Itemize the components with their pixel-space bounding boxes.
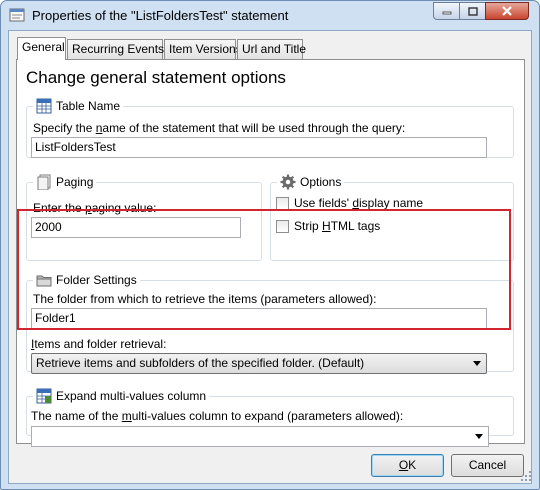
table-name-input[interactable]: ListFoldersTest <box>31 137 487 158</box>
minimize-icon <box>442 11 451 15</box>
tab-item-versions[interactable]: Item Versions <box>164 39 242 59</box>
page-title: Change general statement options <box>26 68 286 87</box>
table-name-prompt: Specify the name of the statement that w… <box>33 121 406 135</box>
group-title-label: Table Name <box>56 99 121 113</box>
group-title-label: Paging <box>56 175 94 189</box>
properties-dialog: Properties of the "ListFoldersTest" stat… <box>0 0 540 490</box>
checkbox-box[interactable] <box>276 196 289 210</box>
checkbox-label: Use fields' display name <box>294 196 424 210</box>
close-button[interactable] <box>485 2 529 20</box>
group-title: Options <box>277 174 345 190</box>
group-title: Table Name <box>33 98 124 114</box>
page-icon <box>37 174 51 190</box>
title-bar[interactable]: Properties of the "ListFoldersTest" stat… <box>1 1 539 31</box>
retrieval-prompt: Items and folder retrieval: <box>31 337 167 351</box>
app-icon <box>9 8 25 22</box>
chevron-down-icon[interactable] <box>473 361 481 366</box>
group-title: Paging <box>33 174 97 190</box>
expand-prompt: The name of the multi-values column to e… <box>31 409 404 423</box>
tab-url-and-title[interactable]: Url and Title <box>237 39 307 59</box>
tab-label: General <box>22 40 65 54</box>
retrieval-selected-value: Retrieve items and subfolders of the spe… <box>36 356 365 370</box>
group-title-label: Expand multi-values column <box>56 389 207 403</box>
gear-icon <box>280 174 296 190</box>
button-label: K <box>408 458 417 472</box>
expand-column-select[interactable] <box>31 426 489 447</box>
tab-label: Item Versions <box>169 42 242 56</box>
button-label-key: O <box>398 458 409 472</box>
ok-button[interactable]: OK <box>371 454 444 477</box>
tab-recurring-events[interactable]: Recurring Events <box>67 39 165 59</box>
window-title: Properties of the "ListFoldersTest" stat… <box>32 8 289 23</box>
tab-general[interactable]: General <box>17 37 66 60</box>
retrieval-select[interactable]: Retrieve items and subfolders of the spe… <box>31 353 487 374</box>
cancel-button[interactable]: Cancel <box>451 454 524 477</box>
table-icon <box>36 98 52 114</box>
table-expand-icon <box>36 388 52 404</box>
minimize-button[interactable] <box>433 2 460 20</box>
resize-grip-icon[interactable] <box>521 471 531 481</box>
highlight-box <box>17 209 511 330</box>
group-title: Expand multi-values column <box>33 388 210 404</box>
group-title-label: Options <box>300 175 342 189</box>
chevron-down-icon[interactable] <box>475 434 483 439</box>
close-icon <box>502 6 512 16</box>
use-display-name-checkbox[interactable]: Use fields' display name <box>276 196 423 210</box>
button-label: Cancel <box>468 458 507 472</box>
maximize-button[interactable] <box>459 2 486 20</box>
expand-multi-values-group: Expand multi-values column The name of t… <box>26 388 514 447</box>
tab-label: Recurring Events <box>72 42 165 56</box>
tab-label: Url and Title <box>242 42 307 56</box>
maximize-icon <box>467 6 478 16</box>
table-name-group: Table Name Specify the name of the state… <box>26 98 514 158</box>
